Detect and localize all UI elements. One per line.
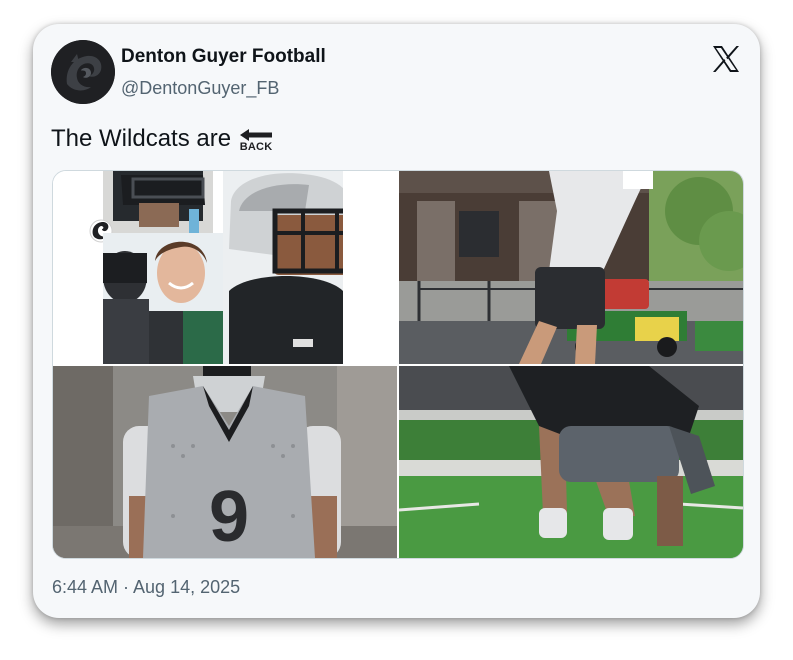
photo-jumping-player[interactable] [399, 171, 743, 364]
photo-collage-players[interactable] [53, 171, 397, 364]
tweet-text: The Wildcats are BACK [51, 124, 273, 154]
back-emoji-label: BACK [239, 141, 273, 153]
avatar[interactable] [51, 40, 115, 104]
user-handle[interactable]: @DentonGuyer_FB [121, 78, 279, 99]
x-logo-icon[interactable] [711, 44, 741, 74]
jersey-number: 9 [209, 477, 249, 557]
back-arrow-icon [240, 129, 273, 141]
tweet-timestamp[interactable]: 6:44 AM · Aug 14, 2025 [52, 577, 240, 598]
display-name[interactable]: Denton Guyer Football [121, 46, 326, 68]
photo-crouching-players[interactable] [399, 366, 743, 558]
tweet-card[interactable]: Denton Guyer Football @DentonGuyer_FB Th… [33, 24, 760, 618]
photo-player-jersey[interactable]: 9 [53, 366, 397, 558]
wildcat-logo-icon [51, 40, 115, 104]
tweet-text-content: The Wildcats are [51, 124, 232, 152]
media-grid[interactable]: 9 [52, 170, 744, 559]
back-emoji: BACK [239, 128, 273, 153]
